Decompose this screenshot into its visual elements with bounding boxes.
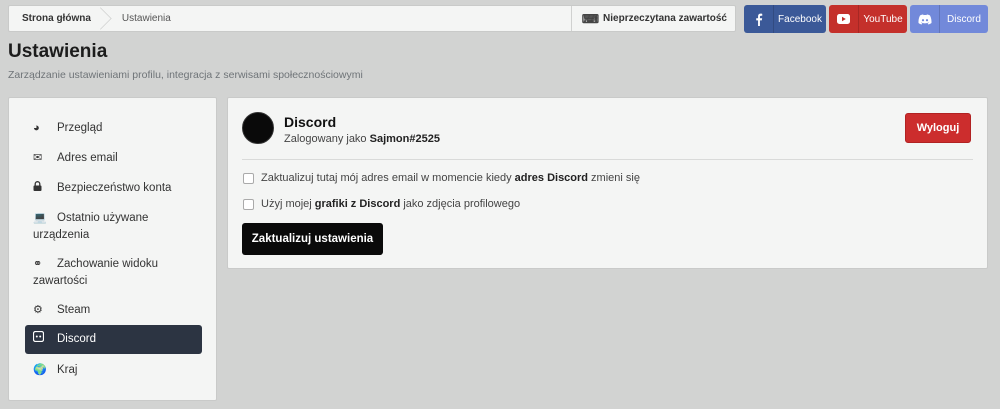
logged-in-as: Zalogowany jako Sajmon#2525 [284, 133, 440, 145]
sidebar-item-label: Bezpieczeństwo konta [57, 182, 172, 194]
page-title: Ustawienia [8, 41, 108, 62]
sidebar-item-email[interactable]: ✉ Adres email [25, 150, 202, 167]
facebook-button[interactable]: Facebook [744, 5, 826, 33]
divider [242, 159, 973, 160]
update-settings-button[interactable]: Zaktualizuj ustawienia [242, 223, 383, 255]
breadcrumb-bar: Strona główna Ustawienia ⌨ Nieprzeczytan… [8, 5, 736, 32]
option-text: Użyj mojej [261, 198, 312, 210]
discord-title: Discord [284, 114, 337, 130]
settings-sidebar: ◕ Przegląd ✉ Adres email Bezpieczeństwo ko… [8, 97, 217, 401]
sidebar-item-label: Przegląd [57, 122, 103, 134]
sidebar-item-label: Steam [57, 304, 91, 316]
youtube-button[interactable]: YouTube [829, 5, 907, 33]
breadcrumb-home[interactable]: Strona główna [9, 6, 105, 31]
update-email-option[interactable]: Zaktualizuj tutaj mój adres email w mome… [243, 172, 640, 184]
option-text: jako zdjęcia profilowego [403, 198, 521, 210]
use-avatar-checkbox[interactable] [243, 198, 254, 210]
sidebar-item-content-view[interactable]: ⚭ Zachowanie widoku zawartości [25, 256, 202, 290]
discord-label: Discord [947, 13, 981, 25]
logout-button[interactable]: Wyloguj [905, 113, 971, 143]
sidebar-item-steam[interactable]: ⚙ Steam [25, 302, 202, 319]
update-email-checkbox[interactable] [243, 172, 254, 184]
option-text: zmieni się [591, 172, 640, 184]
sidebar-item-label: Discord [57, 333, 96, 345]
breadcrumb-current: Ustawienia [121, 13, 171, 24]
laptop-icon: 💻 [33, 212, 47, 224]
option-bold-text: grafiki z Discord [314, 198, 401, 210]
youtube-label: YouTube [863, 13, 903, 25]
steam-icon: ⚙ [33, 304, 43, 316]
envelope-icon: ✉ [33, 152, 43, 164]
unread-content-button[interactable]: ⌨ Nieprzeczytana zawartość [570, 6, 735, 31]
sidebar-item-label: Kraj [57, 364, 78, 376]
globe-icon: 🌍 [33, 364, 47, 376]
discord-settings-panel: Discord Zalogowany jako Sajmon#2525 Wylo… [227, 97, 988, 269]
link-icon: ⚭ [33, 258, 43, 270]
facebook-label: Facebook [778, 13, 822, 25]
sidebar-item-label: Adres email [57, 152, 118, 164]
facebook-icon [744, 5, 774, 33]
sidebar-item-devices[interactable]: 💻 Ostatnio używane urządzenia [25, 210, 202, 244]
sidebar-item-discord[interactable]: Discord [25, 325, 202, 354]
sidebar-item-country[interactable]: 🌍 Kraj [25, 362, 202, 379]
sidebar-item-security[interactable]: Bezpieczeństwo konta [25, 180, 202, 197]
option-bold-text: adres Discord [514, 172, 589, 184]
lock-icon [33, 180, 57, 197]
discord-button[interactable]: Discord [910, 5, 988, 33]
sidebar-item-overview[interactable]: ◕ Przegląd [25, 120, 202, 137]
use-avatar-option[interactable]: Użyj mojej grafiki z Discord jako zdjęci… [243, 198, 520, 210]
discord-username: Sajmon#2525 [369, 133, 440, 145]
discord-icon [32, 330, 57, 348]
youtube-icon [829, 5, 859, 33]
option-text: Zaktualizuj tutaj mój adres email w mome… [261, 172, 512, 184]
dashboard-icon: ◕ [33, 122, 40, 134]
page-subtitle: Zarządzanie ustawieniami profilu, integr… [8, 69, 363, 81]
keyboard-icon: ⌨ [581, 11, 600, 26]
unread-content-label: Nieprzeczytana zawartość [603, 13, 727, 24]
avatar [242, 112, 274, 144]
discord-icon [910, 5, 940, 33]
logged-prefix: Zalogowany jako [284, 133, 367, 145]
